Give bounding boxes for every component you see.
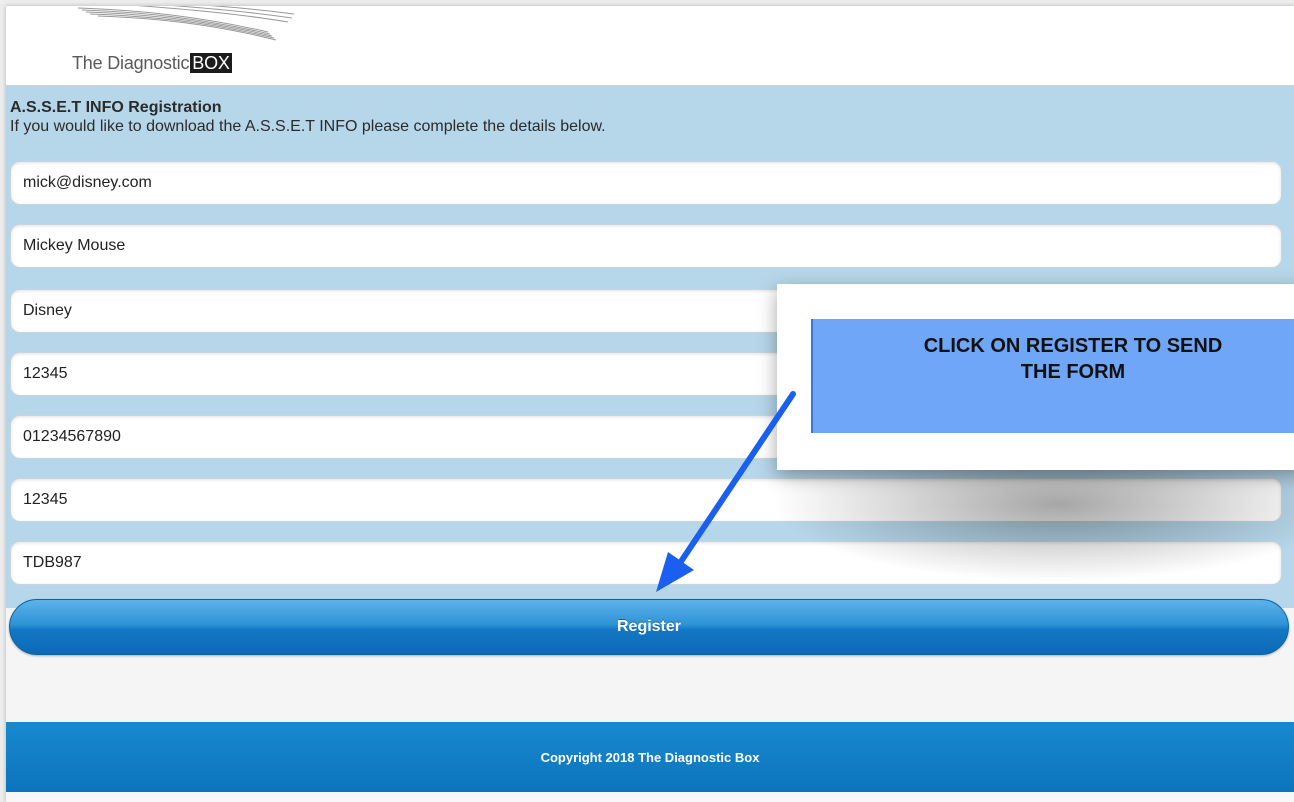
footer: Copyright 2018 The Diagnostic Box — [6, 722, 1294, 792]
email-field[interactable] — [10, 161, 1282, 205]
callout-text: CLICK ON REGISTER TO SEND THE FORM — [923, 335, 1223, 383]
register-button[interactable]: Register — [9, 599, 1289, 655]
copyright-text: Copyright 2018 The Diagnostic Box — [540, 750, 760, 765]
name-field[interactable] — [10, 224, 1282, 268]
form-description: If you would like to download the A.S.S.… — [10, 118, 606, 135]
annotation-callout: CLICK ON REGISTER TO SEND THE FORM — [777, 284, 1294, 470]
callout-shadow — [770, 462, 1294, 582]
callout-box: CLICK ON REGISTER TO SEND THE FORM — [811, 319, 1294, 433]
header: The Diagnostic BOX — [6, 6, 1294, 86]
form-title: A.S.S.E.T INFO Registration — [10, 99, 222, 116]
logo-box: BOX — [190, 53, 232, 73]
logo-waves-icon — [77, 6, 295, 41]
logo: The Diagnostic BOX — [72, 53, 232, 74]
logo-text: The Diagnostic — [72, 53, 190, 73]
